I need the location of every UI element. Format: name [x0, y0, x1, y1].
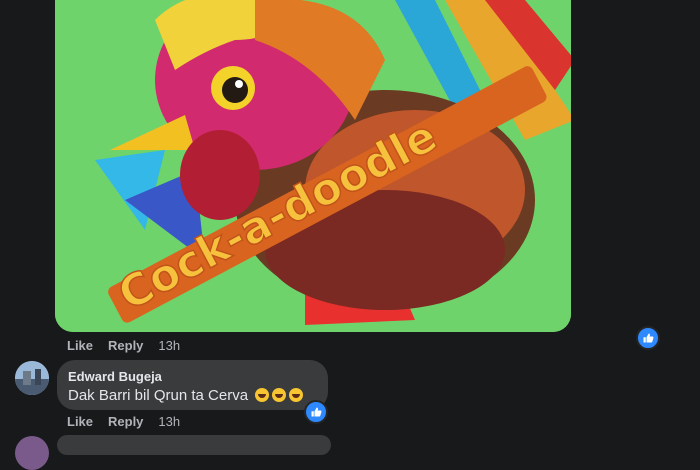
comment-text-body: Dak Barri bil Qrun ta Cerva — [68, 387, 249, 404]
comment-actions-row: Like Reply 13h — [67, 338, 180, 353]
like-reaction-icon[interactable] — [636, 326, 660, 350]
avatar[interactable] — [15, 361, 49, 395]
like-action[interactable]: Like — [67, 338, 93, 353]
comment-timestamp: 13h — [158, 414, 181, 429]
reply-action[interactable]: Reply — [108, 414, 143, 429]
comment-actions-row: Like Reply 13h — [67, 414, 180, 429]
avatar[interactable] — [15, 436, 49, 470]
comment-author[interactable]: Edward Bugeja — [68, 369, 162, 384]
post-image[interactable]: Cock-a-doodle — [55, 0, 571, 332]
rooster-illustration: Cock-a-doodle — [55, 0, 571, 332]
like-reaction-icon[interactable] — [304, 400, 328, 424]
comment-text: Dak Barri bil Qrun ta Cerva — [68, 387, 304, 404]
comment-bubble: Edward Bugeja Dak Barri bil Qrun ta Cerv… — [57, 360, 328, 410]
comment-bubble — [57, 435, 331, 455]
laughing-emoji-icon — [272, 388, 287, 402]
laughing-emoji-icon — [289, 388, 304, 402]
comment-timestamp: 13h — [158, 338, 181, 353]
like-action[interactable]: Like — [67, 414, 93, 429]
laughing-emoji-icon — [255, 388, 270, 402]
reply-action[interactable]: Reply — [108, 338, 143, 353]
